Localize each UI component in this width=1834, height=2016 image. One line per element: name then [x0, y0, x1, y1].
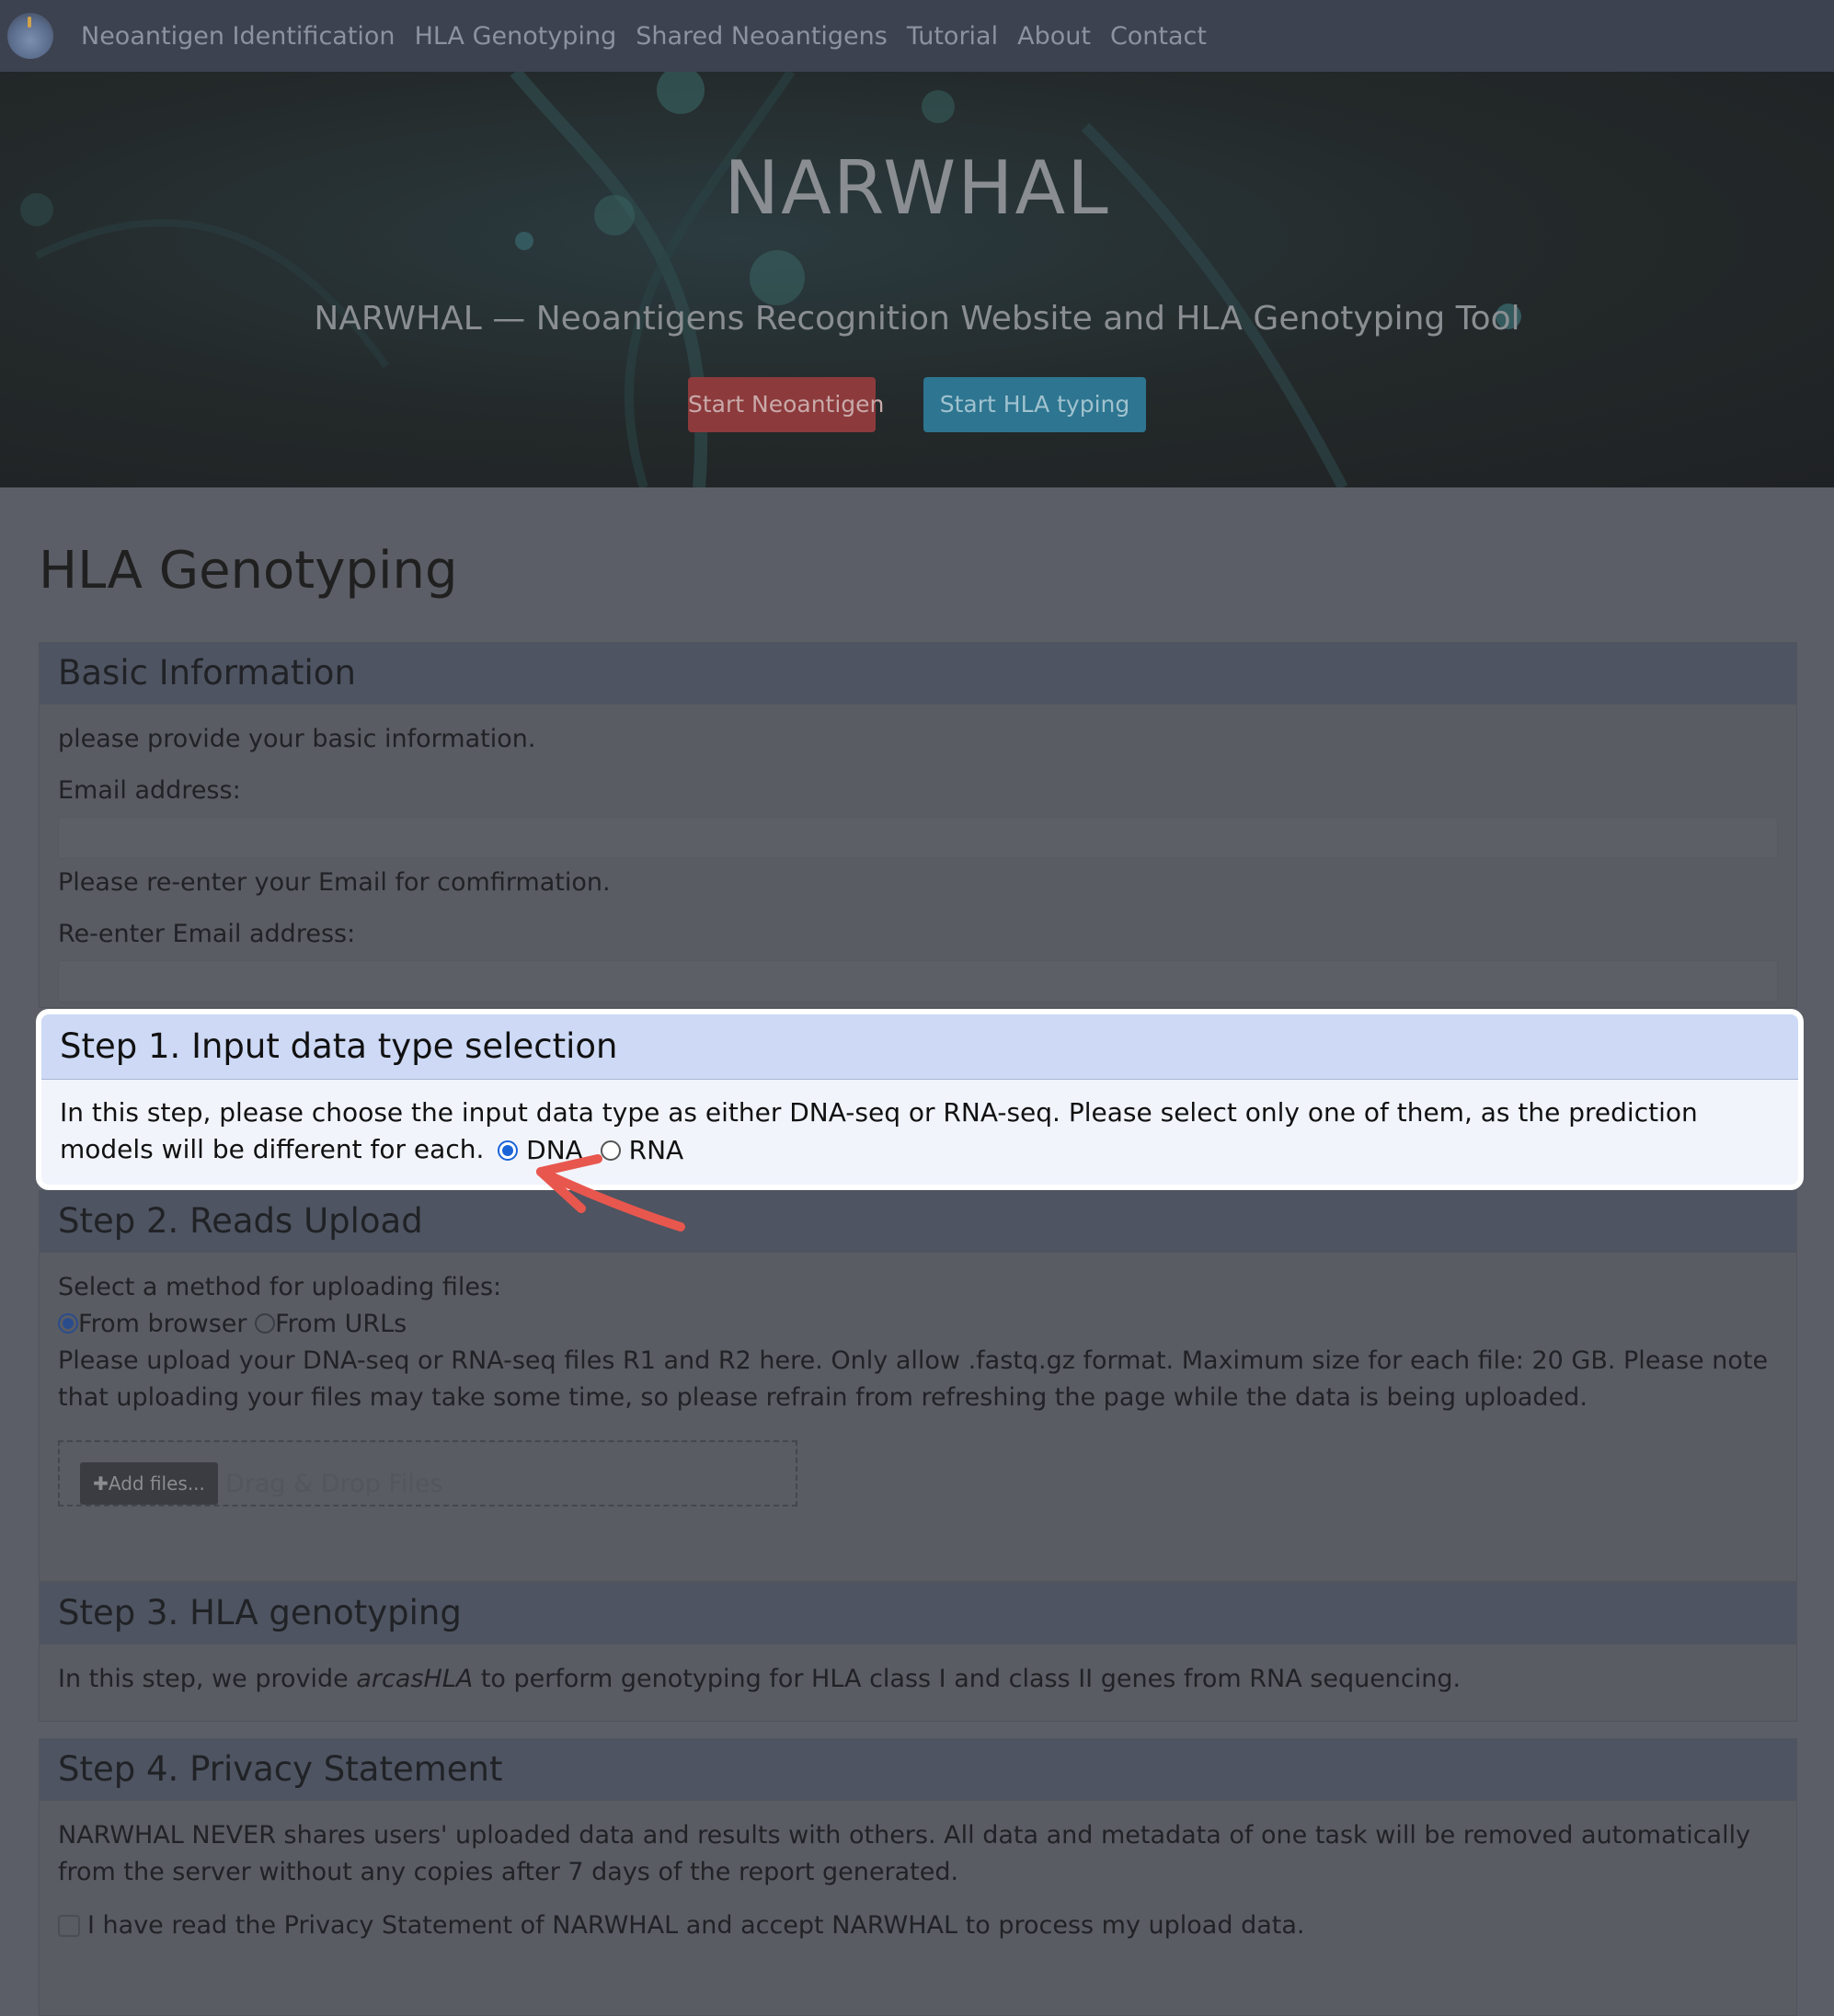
nav-neoantigen-identification[interactable]: Neoantigen Identification: [81, 22, 395, 51]
reenter-email-input[interactable]: [58, 960, 1778, 1002]
start-neoantigen-button[interactable]: Start Neoantigen: [688, 377, 884, 432]
dna-radio[interactable]: [498, 1140, 519, 1161]
arcashla-tool-name: arcasHLA: [356, 1665, 474, 1693]
nav-shared-neoantigens[interactable]: Shared Neoantigens: [636, 22, 888, 51]
top-navbar: Neoantigen Identification HLA Genotyping…: [0, 0, 1834, 72]
step3-panel: Step 3. HLA genotyping In this step, we …: [39, 1582, 1797, 1722]
step3-heading: Step 3. HLA genotyping: [40, 1583, 1796, 1644]
step2-heading: Step 2. Reads Upload: [40, 1191, 1796, 1253]
step3-text-before: In this step, we provide: [58, 1665, 357, 1693]
hero-subtitle: NARWHAL — Neoantigens Recognition Websit…: [314, 300, 1520, 338]
annotation-arrow-icon: [536, 1154, 685, 1231]
nav-hla-genotyping[interactable]: HLA Genotyping: [415, 22, 617, 51]
step1-description: In this step, please choose the input da…: [60, 1097, 1698, 1164]
email-label: Email address:: [58, 776, 241, 805]
from-browser-label[interactable]: From browser: [78, 1310, 247, 1338]
upload-method-label: Select a method for uploading files:: [58, 1273, 502, 1301]
hero-title: NARWHAL: [724, 145, 1110, 231]
drag-drop-text: Drag & Drop Files: [225, 1470, 443, 1498]
privacy-statement-text: NARWHAL NEVER shares users' uploaded dat…: [58, 1821, 1751, 1886]
step1-panel: Step 1. Input data type selection In thi…: [36, 1009, 1804, 1190]
step4-panel: Step 4. Privacy Statement NARWHAL NEVER …: [39, 1738, 1797, 2016]
hero-banner: NARWHAL NARWHAL — Neoantigens Recognitio…: [0, 72, 1834, 487]
narwhal-logo-icon[interactable]: [7, 13, 53, 59]
from-urls-label[interactable]: From URLs: [275, 1310, 407, 1338]
from-browser-radio[interactable]: [58, 1313, 78, 1334]
nav-contact[interactable]: Contact: [1110, 22, 1207, 51]
from-urls-radio[interactable]: [255, 1313, 276, 1334]
page-title: HLA Genotyping: [39, 541, 458, 601]
step3-text-after: to perform genotyping for HLA class I an…: [473, 1665, 1461, 1693]
basic-information-panel: Basic Information please provide your ba…: [39, 642, 1797, 1008]
privacy-accept-checkbox[interactable]: [58, 1915, 80, 1937]
reenter-email-label: Re-enter Email address:: [58, 920, 356, 948]
upload-note: Please upload your DNA-seq or RNA-seq fi…: [58, 1346, 1769, 1412]
email-confirm-note: Please re-enter your Email for comfirmat…: [58, 868, 611, 897]
plus-icon: ✚: [93, 1472, 109, 1495]
start-hla-typing-button[interactable]: Start HLA typing: [923, 377, 1146, 432]
step2-panel: Step 2. Reads Upload Select a method for…: [39, 1190, 1797, 1582]
basic-information-heading: Basic Information: [40, 643, 1796, 704]
email-input[interactable]: [58, 817, 1778, 859]
add-files-label: Add files...: [108, 1472, 205, 1495]
nav-about[interactable]: About: [1017, 22, 1091, 51]
dna-background-image: [20, 72, 1521, 487]
add-files-button[interactable]: ✚Add files...: [80, 1462, 218, 1505]
privacy-accept-label[interactable]: I have read the Privacy Statement of NAR…: [87, 1911, 1304, 1940]
file-drop-zone[interactable]: ✚Add files... Drag & Drop Files: [58, 1440, 797, 1506]
nav-tutorial[interactable]: Tutorial: [907, 22, 998, 51]
basic-intro-text: please provide your basic information.: [58, 725, 536, 753]
step1-heading: Step 1. Input data type selection: [41, 1014, 1798, 1080]
step4-heading: Step 4. Privacy Statement: [40, 1739, 1796, 1801]
